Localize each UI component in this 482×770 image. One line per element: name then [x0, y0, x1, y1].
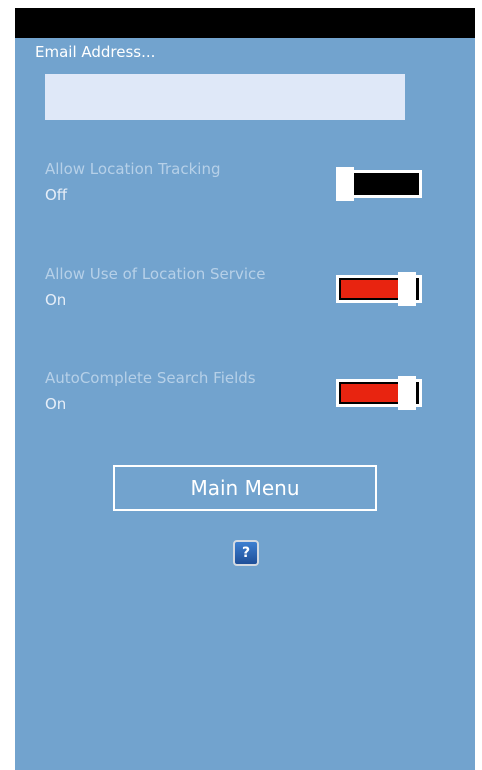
- autocomplete-toggle[interactable]: [336, 376, 422, 410]
- status-bar: [15, 8, 475, 38]
- location-tracking-toggle[interactable]: [336, 167, 422, 201]
- setting-title: Allow Use of Location Service: [45, 265, 266, 283]
- setting-location-service: Allow Use of Location Service On: [45, 265, 445, 315]
- setting-state: On: [45, 395, 67, 413]
- location-service-toggle[interactable]: [336, 272, 422, 306]
- email-label: Email Address...: [35, 43, 156, 61]
- setting-autocomplete: AutoComplete Search Fields On: [45, 369, 445, 419]
- toggle-fill: [341, 384, 399, 402]
- toggle-thumb: [398, 376, 416, 410]
- setting-title: AutoComplete Search Fields: [45, 369, 256, 387]
- toggle-fill: [341, 280, 399, 298]
- settings-screen: Email Address... Allow Location Tracking…: [15, 8, 475, 770]
- setting-title: Allow Location Tracking: [45, 160, 221, 178]
- setting-location-tracking: Allow Location Tracking Off: [45, 160, 445, 210]
- help-icon[interactable]: ?: [233, 540, 259, 566]
- email-field[interactable]: [45, 74, 405, 120]
- setting-state: On: [45, 291, 67, 309]
- toggle-thumb: [336, 167, 354, 201]
- setting-state: Off: [45, 186, 68, 204]
- main-menu-button[interactable]: Main Menu: [113, 465, 377, 511]
- toggle-thumb: [398, 272, 416, 306]
